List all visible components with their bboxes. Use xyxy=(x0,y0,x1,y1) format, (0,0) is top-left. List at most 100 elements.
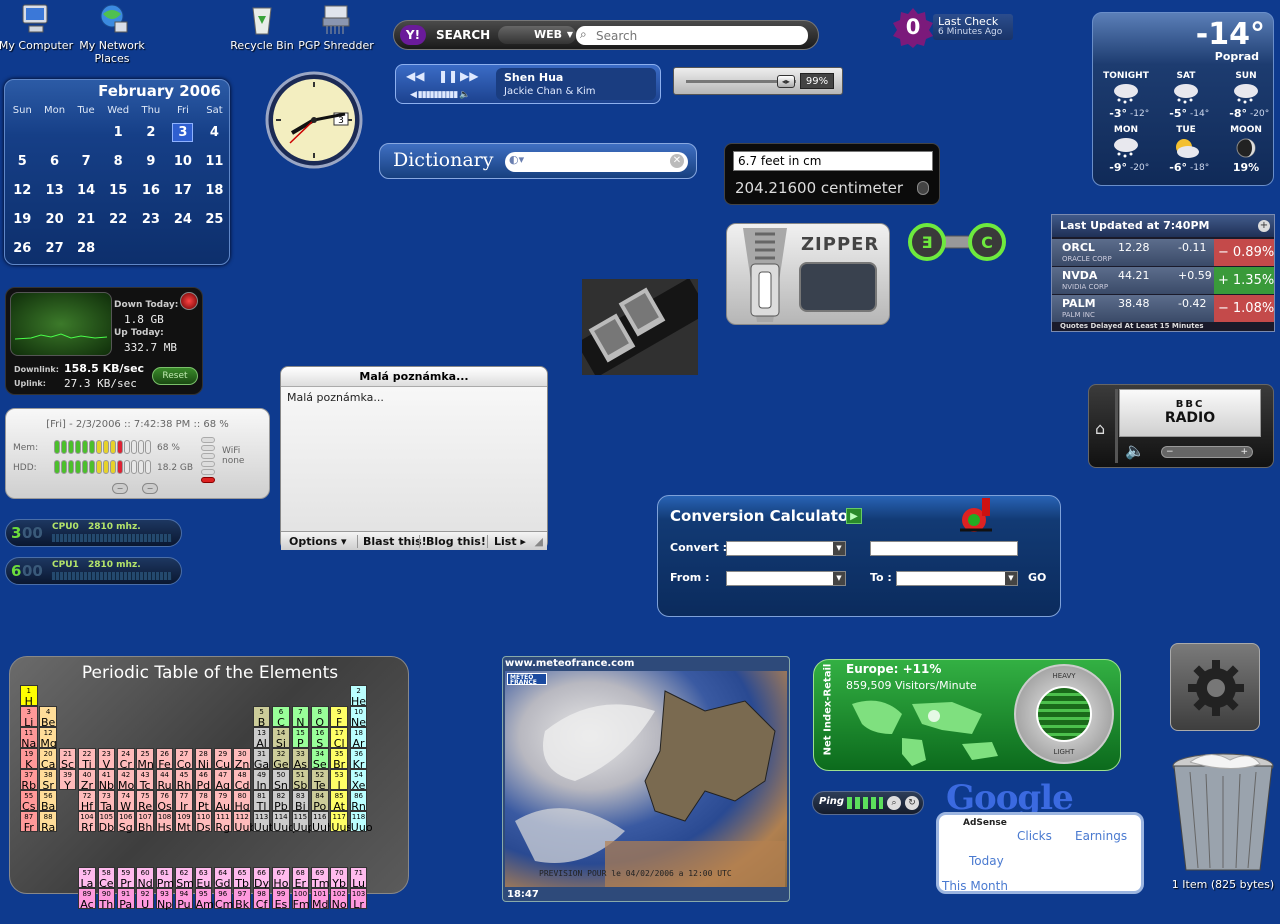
element-cell[interactable]: 74 W xyxy=(117,790,135,813)
element-cell[interactable]: 40 Zr xyxy=(78,769,96,792)
station-panel[interactable]: BBC RADIO xyxy=(1119,389,1261,437)
satellite-map[interactable] xyxy=(505,671,787,887)
element-cell[interactable]: 22 Ti xyxy=(78,748,96,771)
element-cell[interactable]: 38 Sr xyxy=(39,769,57,792)
calendar-day[interactable]: 11 xyxy=(200,147,229,176)
element-cell[interactable]: 94 Pu xyxy=(175,888,193,911)
refresh-icon[interactable]: ↻ xyxy=(905,796,919,810)
element-cell[interactable]: 101 Md xyxy=(311,888,329,911)
convert-category-select[interactable]: ▼ xyxy=(726,541,846,556)
volume-slider[interactable]: ◀ ▮▮▮▮▮▮▮▮▮▮ 🔈 xyxy=(410,90,470,100)
calendar-day[interactable]: 10 xyxy=(166,147,200,176)
element-cell[interactable]: 28 Ni xyxy=(194,748,213,771)
element-cell[interactable]: 23 V xyxy=(97,748,116,771)
element-cell[interactable]: 36 Kr xyxy=(349,748,368,771)
element-cell[interactable]: 106 Sg xyxy=(117,811,135,834)
element-cell[interactable]: 39 Y xyxy=(58,769,77,792)
yahoo-search-button[interactable]: SEARCH xyxy=(436,28,490,42)
element-cell[interactable]: 21 Sc xyxy=(58,748,77,771)
dictionary-search-field[interactable]: ◐▾ ✕ xyxy=(505,152,688,172)
element-cell[interactable]: 59 Pr xyxy=(117,867,135,890)
calendar-day[interactable]: 2 xyxy=(136,118,166,147)
element-cell[interactable]: 84 Po xyxy=(311,790,329,813)
search-scope-dropdown[interactable]: WEB ▼ xyxy=(498,26,576,44)
blast-button[interactable]: Blast this! xyxy=(357,535,427,548)
dropdown-icon[interactable]: ◐▾ xyxy=(509,153,524,166)
element-cell[interactable]: 73 Ta xyxy=(97,790,116,813)
element-cell[interactable]: 97 Bk xyxy=(233,888,251,911)
pause-icon[interactable]: ❚❚ xyxy=(438,69,458,83)
element-cell[interactable]: 3 Li xyxy=(20,706,38,729)
element-cell[interactable]: 34 Se xyxy=(311,748,329,771)
calendar-day[interactable]: 23 xyxy=(136,205,166,234)
element-cell[interactable]: 83 Bi xyxy=(291,790,310,813)
element-cell[interactable]: 98 Cf xyxy=(252,888,271,911)
element-cell[interactable]: 79 Au xyxy=(214,790,232,813)
element-cell[interactable]: 107 Bh xyxy=(136,811,154,834)
element-cell[interactable]: 105 Db xyxy=(97,811,116,834)
element-cell[interactable]: 67 Ho xyxy=(272,867,290,890)
element-cell[interactable]: 96 Cm xyxy=(214,888,233,911)
element-cell[interactable]: 35 Br xyxy=(330,748,348,771)
search-icon[interactable]: ⌕ xyxy=(887,796,901,810)
photo-slideshow[interactable] xyxy=(576,277,710,378)
element-cell[interactable]: 114 Uuq xyxy=(272,811,295,834)
calendar-day[interactable]: 19 xyxy=(7,205,38,234)
element-cell[interactable]: 4 Be xyxy=(39,706,57,729)
element-cell[interactable]: 71 Lu xyxy=(349,867,368,890)
calendar-day[interactable]: 12 xyxy=(7,176,38,205)
resize-grip-icon[interactable]: ◢ xyxy=(535,535,543,548)
element-cell[interactable]: 53 I xyxy=(330,769,348,792)
element-cell[interactable]: 43 Tc xyxy=(136,769,154,792)
element-cell[interactable]: 104 Rf xyxy=(78,811,96,834)
calendar-day[interactable]: 5 xyxy=(7,147,38,176)
element-cell[interactable]: 50 Sn xyxy=(272,769,290,792)
element-cell[interactable]: 85 At xyxy=(330,790,348,813)
dictionary-input[interactable] xyxy=(533,154,663,169)
minus-icon[interactable]: − xyxy=(112,483,128,494)
element-cell[interactable]: 20 Ca xyxy=(39,748,57,771)
calendar-day[interactable]: 16 xyxy=(136,176,166,205)
calendar-day[interactable]: 7 xyxy=(72,147,101,176)
element-cell[interactable]: 87 Fr xyxy=(20,811,38,834)
element-cell[interactable]: 115 Uup xyxy=(291,811,315,834)
element-cell[interactable]: 13 Al xyxy=(252,727,271,750)
element-cell[interactable]: 99 Es xyxy=(272,888,290,911)
element-cell[interactable]: 110 Ds xyxy=(194,811,213,834)
to-unit-select[interactable]: ▼ xyxy=(896,571,1018,586)
element-cell[interactable]: 66 Dy xyxy=(252,867,271,890)
calendar-day[interactable]: 9 xyxy=(136,147,166,176)
element-cell[interactable]: 47 Ag xyxy=(214,769,232,792)
element-cell[interactable]: 108 Hs xyxy=(155,811,174,834)
zipper-drop-area[interactable] xyxy=(799,262,877,312)
element-cell[interactable]: 76 Os xyxy=(155,790,174,813)
recycle-bin-shortcut[interactable]: Recycle Bin xyxy=(224,2,300,52)
element-cell[interactable]: 33 As xyxy=(291,748,310,771)
my-network-places-shortcut[interactable]: My Network Places xyxy=(74,2,150,65)
element-cell[interactable]: 30 Zn xyxy=(233,748,251,771)
element-cell[interactable]: 27 Co xyxy=(175,748,193,771)
list-button[interactable]: List ▸ xyxy=(487,535,526,548)
go-button[interactable]: GO xyxy=(1028,571,1046,584)
element-cell[interactable]: 45 Rh xyxy=(175,769,193,792)
element-cell[interactable]: 51 Sb xyxy=(291,769,310,792)
calendar-day[interactable]: 6 xyxy=(38,147,72,176)
element-cell[interactable]: 19 K xyxy=(20,748,38,771)
element-cell[interactable]: 55 Cs xyxy=(20,790,38,813)
element-cell[interactable]: 7N xyxy=(291,706,310,729)
element-cell[interactable]: 41 Nb xyxy=(97,769,116,792)
pgp-shredder-shortcut[interactable]: PGP Shredder xyxy=(298,2,374,52)
calendar-day[interactable]: 20 xyxy=(38,205,72,234)
speaker-icon[interactable]: 🔈 xyxy=(1125,441,1145,460)
element-cell[interactable]: 65 Tb xyxy=(233,867,251,890)
element-cell[interactable]: 86 Rn xyxy=(349,790,368,813)
element-cell[interactable]: 89 Ac xyxy=(78,888,96,911)
element-cell[interactable]: 26 Fe xyxy=(155,748,174,771)
element-cell[interactable]: 111 Rg xyxy=(214,811,232,834)
calendar-day[interactable]: 28 xyxy=(72,234,101,263)
element-cell[interactable]: 58 Ce xyxy=(97,867,116,890)
element-cell[interactable]: 49 In xyxy=(252,769,271,792)
element-cell[interactable]: 116 Uuh xyxy=(311,811,334,834)
clear-icon[interactable]: ✕ xyxy=(670,154,684,168)
element-cell[interactable]: 70 Yb xyxy=(330,867,348,890)
